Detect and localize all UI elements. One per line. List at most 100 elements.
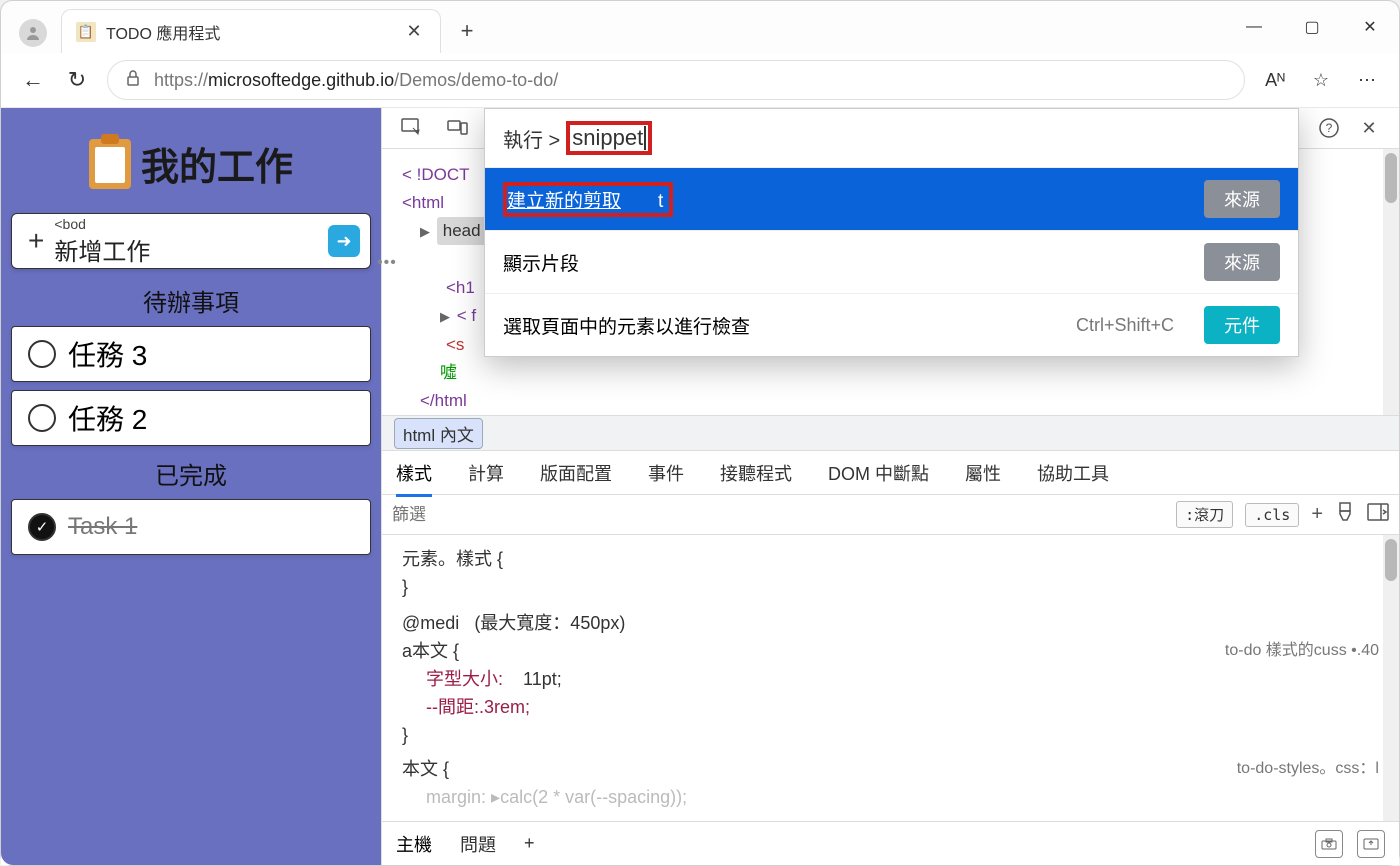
computed-panel-icon[interactable]: [1367, 503, 1389, 526]
dom-node: <h1: [446, 278, 475, 297]
tab-accessibility[interactable]: 協助工具: [1037, 460, 1109, 486]
add-task-input[interactable]: + <bod 新增工作 ➜: [11, 213, 371, 269]
lock-icon: [124, 69, 142, 92]
task-label: 任務 3: [68, 334, 147, 374]
dom-breadcrumb[interactable]: html 內文: [382, 415, 1399, 451]
tab-title: TODO 應用程式: [106, 20, 398, 44]
dom-comment: 噓: [402, 359, 1399, 387]
devtools-close-icon[interactable]: ✕: [1351, 110, 1387, 146]
person-icon: [19, 19, 47, 47]
window-controls: — ▢ ✕: [1225, 1, 1399, 53]
drawer-screenshot-icon[interactable]: [1315, 830, 1343, 858]
command-item[interactable]: 顯示片段 來源: [485, 230, 1298, 293]
command-badge: 來源: [1204, 243, 1280, 281]
css-scrollbar[interactable]: [1383, 535, 1399, 821]
styles-filter-input[interactable]: [392, 505, 1176, 525]
tab-dom-breakpoints[interactable]: DOM 中斷點: [828, 460, 929, 486]
url-text: https://microsoftedge.github.io/Demos/de…: [154, 70, 558, 91]
task-item[interactable]: 任務 2: [11, 390, 371, 446]
new-tab-button[interactable]: +: [447, 11, 487, 51]
css-pane[interactable]: 元素。樣式 { } @medi (最大寬度：450px) a本文 { to-do…: [382, 535, 1399, 821]
cls-toggle[interactable]: .cls: [1245, 503, 1299, 527]
tab-computed[interactable]: 計算: [468, 460, 504, 486]
urlbar: ← ↻ https://microsoftedge.github.io/Demo…: [1, 53, 1399, 108]
todo-header: 我的工作: [11, 118, 371, 213]
command-item[interactable]: 建立新的剪取 t 來源: [485, 167, 1298, 230]
new-rule-icon[interactable]: +: [1311, 503, 1323, 526]
brush-icon[interactable]: [1335, 502, 1355, 527]
minimize-button[interactable]: —: [1225, 7, 1283, 47]
css-source-link[interactable]: to-do-styles。css：l: [1237, 755, 1379, 783]
command-palette: 執行 > snippet 建立新的剪取 t 來源 顯示片段 來源 選取頁面中的元…: [484, 108, 1299, 357]
device-icon[interactable]: [440, 110, 476, 146]
tab-properties[interactable]: 屬性: [965, 460, 1001, 486]
task-checkbox[interactable]: [28, 340, 56, 368]
dom-ellipsis-icon[interactable]: •••: [377, 249, 397, 277]
refresh-button[interactable]: ↻: [55, 58, 99, 102]
dom-scrollbar[interactable]: [1383, 149, 1399, 415]
address-bar[interactable]: https://microsoftedge.github.io/Demos/de…: [107, 60, 1245, 100]
clipboard-icon: [76, 22, 96, 42]
tab-event[interactable]: 事件: [648, 460, 684, 486]
profile-button[interactable]: [13, 13, 53, 53]
css-source-link[interactable]: to-do 樣式的cuss •.40: [1225, 637, 1379, 665]
back-button[interactable]: ←: [11, 58, 55, 102]
pending-label: 待辦事項: [11, 283, 371, 318]
help-icon[interactable]: ?: [1311, 110, 1347, 146]
todo-app: 我的工作 + <bod 新增工作 ➜ 待辦事項 任務 3 任務 2 已完成 Ta…: [1, 108, 381, 865]
command-query: snippet: [572, 125, 643, 151]
svg-text:?: ?: [1326, 121, 1333, 135]
tab-styles[interactable]: 樣式: [396, 460, 432, 497]
dom-doctype: < !DOCT: [402, 165, 470, 184]
more-button[interactable]: ⋯: [1345, 58, 1389, 102]
text-cursor: [644, 126, 646, 150]
todo-title: 我的工作: [141, 136, 293, 191]
tri-icon[interactable]: ▶: [440, 309, 450, 324]
done-label: 已完成: [11, 456, 371, 491]
task-label: 任務 2: [68, 398, 147, 438]
tab-layout[interactable]: 版面配置: [540, 460, 612, 486]
task-item[interactable]: 任務 3: [11, 326, 371, 382]
command-shortcut: Ctrl+Shift+C: [1076, 315, 1174, 336]
titlebar: TODO 應用程式 ✕ + — ▢ ✕: [1, 1, 1399, 53]
command-input-row[interactable]: 執行 > snippet: [485, 109, 1298, 167]
tab-listeners[interactable]: 接聽程式: [720, 460, 792, 486]
tab-close-button[interactable]: ✕: [398, 16, 430, 48]
task-checkbox[interactable]: [28, 404, 56, 432]
command-item[interactable]: 選取頁面中的元素以進行檢查 Ctrl+Shift+C 元件: [485, 293, 1298, 356]
drawer-tab-console[interactable]: 主機: [396, 831, 432, 857]
dom-node: <html: [402, 193, 444, 212]
dom-node: < f: [457, 306, 476, 325]
hov-toggle[interactable]: :滾刀: [1176, 501, 1233, 528]
read-aloud-button[interactable]: Aᴺ: [1253, 58, 1297, 102]
drawer-add-icon[interactable]: +: [524, 833, 535, 854]
favorite-button[interactable]: ☆: [1299, 58, 1343, 102]
maximize-button[interactable]: ▢: [1283, 7, 1341, 47]
urlbar-actions: Aᴺ ☆ ⋯: [1253, 58, 1389, 102]
plus-icon: +: [28, 225, 44, 257]
browser-tab[interactable]: TODO 應用程式 ✕: [61, 9, 441, 53]
task-item[interactable]: Task 1: [11, 499, 371, 555]
drawer-tab-issues[interactable]: 問題: [460, 831, 496, 857]
command-badge: 來源: [1204, 180, 1280, 218]
styles-tabs: 樣式 計算 版面配置 事件 接聽程式 DOM 中斷點 屬性 協助工具: [382, 451, 1399, 495]
task-checkbox[interactable]: [28, 513, 56, 541]
clipboard-icon: [89, 139, 131, 189]
command-badge: 元件: [1204, 306, 1280, 344]
dom-node: </html: [420, 391, 467, 410]
window-close-button[interactable]: ✕: [1341, 7, 1399, 47]
drawer-export-icon[interactable]: [1357, 830, 1385, 858]
command-prompt: 執行 >: [503, 124, 560, 153]
content: 我的工作 + <bod 新增工作 ➜ 待辦事項 任務 3 任務 2 已完成 Ta…: [1, 108, 1399, 865]
dom-node: <s: [446, 335, 464, 354]
tri-icon[interactable]: ▶: [420, 224, 430, 239]
add-task-label: 新增工作: [54, 232, 328, 267]
task-label: Task 1: [68, 513, 137, 541]
dom-head[interactable]: head: [437, 217, 487, 245]
submit-task-button[interactable]: ➜: [328, 225, 360, 257]
bod-overlay-text: <bod: [54, 216, 328, 232]
inspect-icon[interactable]: [394, 110, 430, 146]
query-highlight: snippet: [566, 121, 652, 155]
drawer-tabs: 主機 問題 +: [382, 821, 1399, 865]
styles-filter-row: :滾刀 .cls +: [382, 495, 1399, 535]
